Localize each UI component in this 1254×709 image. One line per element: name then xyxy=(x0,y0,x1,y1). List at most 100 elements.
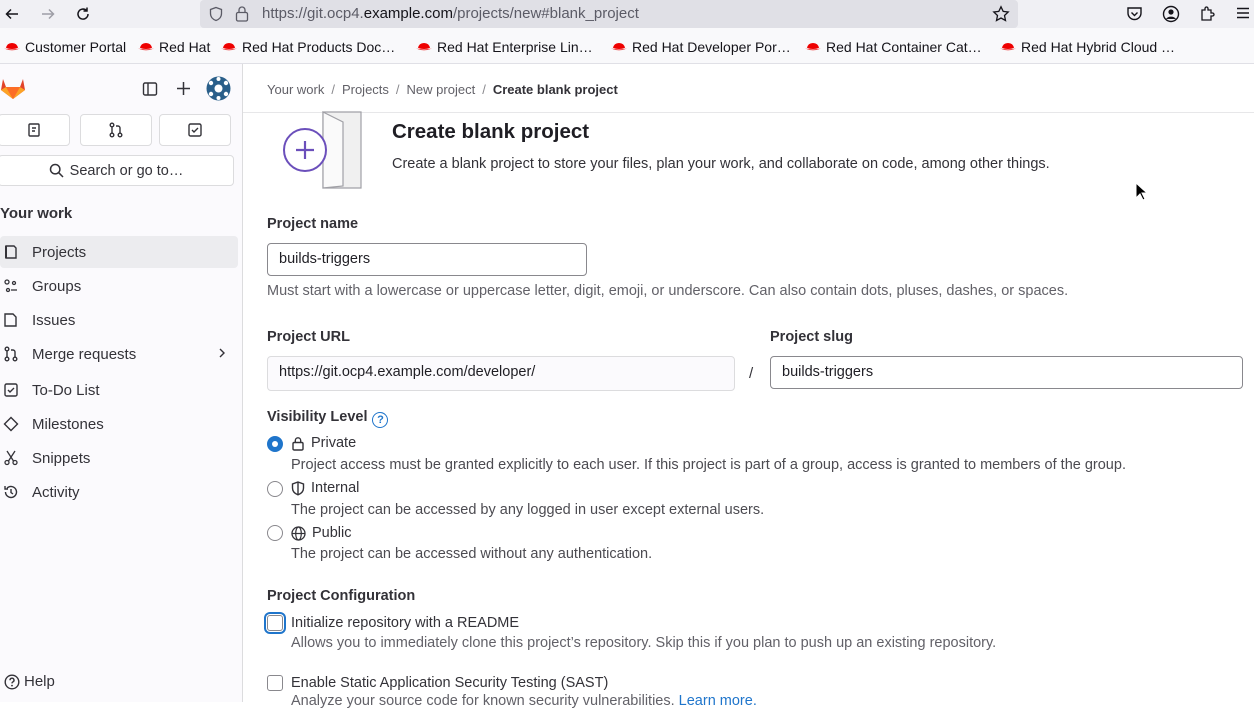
mouse-cursor-icon xyxy=(1135,182,1149,201)
group-icon xyxy=(2,277,20,295)
merge-requests-button[interactable] xyxy=(80,114,152,146)
breadcrumb-separator: / xyxy=(331,82,335,97)
project-slug-input[interactable]: builds-triggers xyxy=(770,356,1243,389)
redhat-icon xyxy=(805,43,821,51)
bookmark-developer-portal[interactable]: Red Hat Developer Por… xyxy=(611,39,791,55)
redhat-icon xyxy=(611,43,627,51)
visibility-public-option[interactable]: Public xyxy=(291,525,352,541)
bookmark-customer-portal[interactable]: Customer Portal xyxy=(4,39,126,55)
sast-description: Analyze your source code for known secur… xyxy=(291,693,757,709)
main-content: Your work / Projects / New project / Create bl… xyxy=(243,64,1254,702)
avatar[interactable] xyxy=(206,76,231,101)
back-button[interactable] xyxy=(0,2,24,26)
menu-icon[interactable] xyxy=(1236,6,1250,20)
readme-checkbox[interactable] xyxy=(267,615,283,631)
sidebar-item-snippets[interactable]: Snippets xyxy=(0,442,238,474)
earth-icon xyxy=(291,525,306,541)
chevron-right-icon xyxy=(219,348,225,358)
gitlab-logo-icon[interactable] xyxy=(0,76,26,100)
readme-description: Allows you to immediately clone this pro… xyxy=(291,635,997,651)
help-label: Help xyxy=(24,673,55,690)
bookmark-hybrid-cloud[interactable]: Red Hat Hybrid Cloud … xyxy=(1000,39,1175,55)
option-label: Public xyxy=(312,525,352,541)
sidebar-item-label: Activity xyxy=(32,483,80,501)
browser-toolbar: https://git.ocp4.example.com/projects/ne… xyxy=(0,0,1254,28)
extensions-icon[interactable] xyxy=(1199,5,1216,22)
sidebar: Search or go to… Your work Projects Grou… xyxy=(0,64,243,702)
todo-button[interactable] xyxy=(159,114,231,146)
bookmarks-bar: Customer Portal Red Hat Red Hat Products… xyxy=(0,28,1254,64)
todo-icon xyxy=(2,381,20,399)
bookmark-container-catalog[interactable]: Red Hat Container Cat… xyxy=(805,39,982,55)
breadcrumb-projects[interactable]: Projects xyxy=(342,82,389,97)
sidebar-toggle-icon[interactable] xyxy=(142,81,158,97)
bookmark-products-doc[interactable]: Red Hat Products Doc… xyxy=(221,39,395,55)
blank-project-illustration xyxy=(283,111,362,189)
merge-request-icon xyxy=(109,122,123,138)
milestone-icon xyxy=(2,415,20,433)
help-button[interactable]: Help xyxy=(4,673,55,690)
project-url-input[interactable]: https://git.ocp4.example.com/developer/ xyxy=(267,356,735,391)
bookmark-red-hat[interactable]: Red Hat xyxy=(138,39,210,55)
breadcrumb-current[interactable]: Create blank project xyxy=(493,82,618,97)
reload-button[interactable] xyxy=(71,2,95,26)
account-icon[interactable] xyxy=(1162,5,1180,23)
sidebar-item-label: Groups xyxy=(32,277,82,295)
option-label: Private xyxy=(311,435,357,451)
lock-icon xyxy=(292,436,304,451)
star-icon[interactable] xyxy=(992,5,1010,23)
assigned-issues-button[interactable] xyxy=(0,114,70,146)
search-label: Search or go to… xyxy=(69,162,184,179)
url-field[interactable]: https://git.ocp4.example.com/projects/ne… xyxy=(200,0,1018,28)
project-name-input[interactable]: builds-triggers xyxy=(267,243,587,276)
sidebar-item-issues[interactable]: Issues xyxy=(0,304,238,336)
issues-icon xyxy=(28,123,40,137)
question-icon[interactable]: ? xyxy=(372,412,389,428)
sidebar-item-activity[interactable]: Activity xyxy=(0,476,238,508)
url-separator: / xyxy=(749,365,754,382)
reload-icon xyxy=(77,7,89,20)
divider xyxy=(243,112,1254,113)
history-icon xyxy=(2,483,20,501)
redhat-icon xyxy=(221,43,237,51)
issues-icon xyxy=(2,311,20,329)
pocket-icon[interactable] xyxy=(1126,6,1143,22)
sidebar-item-todo-list[interactable]: To-Do List xyxy=(0,374,238,406)
sidebar-item-milestones[interactable]: Milestones xyxy=(0,408,238,440)
breadcrumb-your-work[interactable]: Your work xyxy=(267,82,324,97)
visibility-private-radio[interactable] xyxy=(267,436,283,452)
readme-label[interactable]: Initialize repository with a README xyxy=(291,615,519,631)
arrow-right-icon xyxy=(42,8,55,20)
sidebar-item-label: Projects xyxy=(32,243,87,261)
sast-label[interactable]: Enable Static Application Security Testi… xyxy=(291,675,608,691)
redhat-icon xyxy=(4,43,20,51)
project-url-label: Project URL xyxy=(267,329,350,345)
visibility-public-description: The project can be accessed without any … xyxy=(291,546,653,562)
project-name-help: Must start with a lowercase or uppercase… xyxy=(267,283,1069,299)
sidebar-item-merge-requests[interactable]: Merge requests xyxy=(0,338,238,370)
search-button[interactable]: Search or go to… xyxy=(0,155,234,186)
sidebar-item-projects[interactable]: Projects xyxy=(0,236,238,268)
breadcrumb-new-project[interactable]: New project xyxy=(407,82,476,97)
visibility-internal-radio[interactable] xyxy=(267,481,283,497)
breadcrumb-separator: / xyxy=(482,82,486,97)
forward-button[interactable] xyxy=(36,2,60,26)
project-name-label: Project name xyxy=(267,216,359,232)
visibility-private-option[interactable]: Private xyxy=(291,435,356,451)
question-icon xyxy=(4,673,20,690)
project-configuration-label: Project Configuration xyxy=(267,588,416,604)
learn-more-link[interactable]: Learn more. xyxy=(679,693,757,709)
plus-icon[interactable] xyxy=(176,81,191,96)
sast-checkbox[interactable] xyxy=(267,675,283,691)
project-slug-label: Project slug xyxy=(770,329,853,345)
visibility-internal-option[interactable]: Internal xyxy=(291,480,359,496)
sidebar-item-groups[interactable]: Groups xyxy=(0,270,238,302)
todo-done-icon xyxy=(188,123,202,137)
visibility-public-radio[interactable] xyxy=(267,525,283,541)
sidebar-item-label: Snippets xyxy=(32,449,91,467)
project-icon xyxy=(2,243,20,261)
sidebar-item-label: Milestones xyxy=(32,415,104,433)
arrow-left-icon xyxy=(5,8,18,20)
lock-icon xyxy=(235,6,249,22)
bookmark-enterprise-linux[interactable]: Red Hat Enterprise Lin… xyxy=(416,39,593,55)
